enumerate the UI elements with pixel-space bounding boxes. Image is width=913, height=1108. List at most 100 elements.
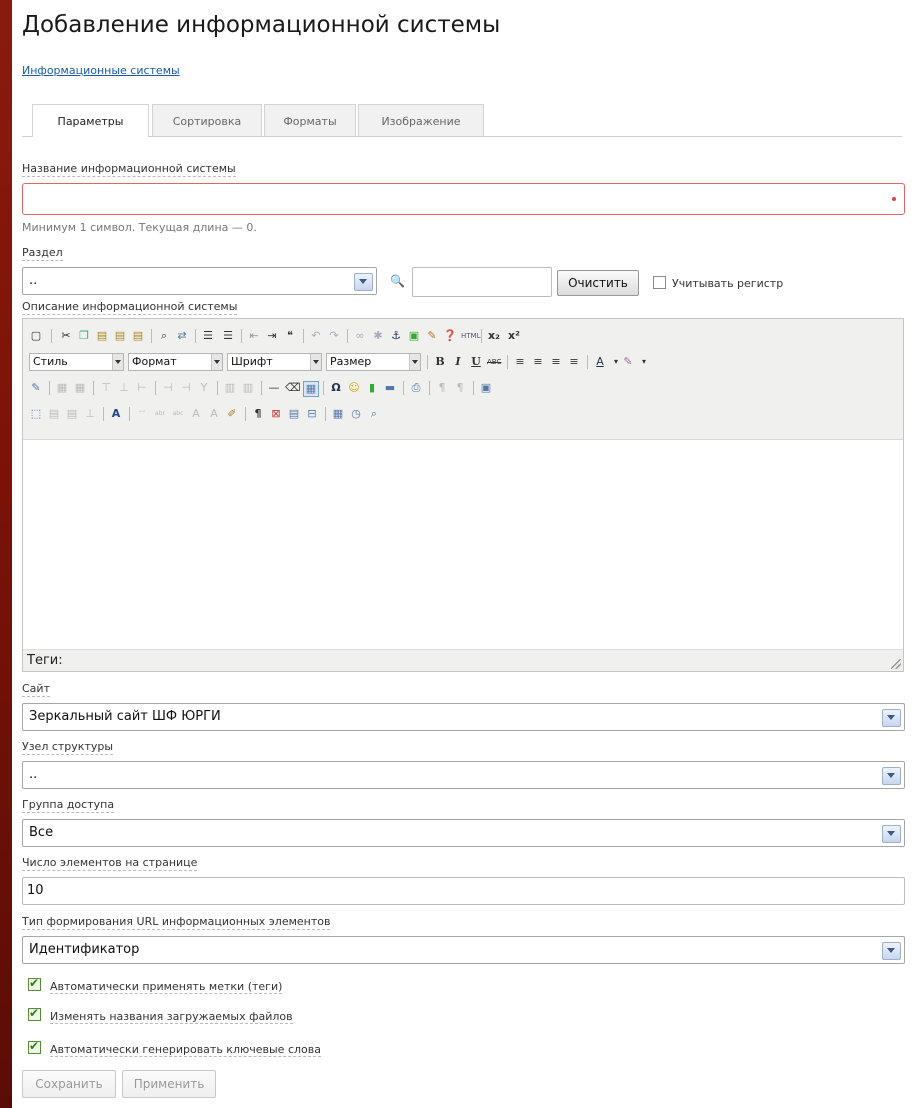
new-document-icon[interactable]: ▢ xyxy=(29,329,43,343)
cleanup-icon[interactable]: ✎ xyxy=(425,329,439,343)
split-cells-icon[interactable]: ▥ xyxy=(223,381,237,395)
numbered-list-icon[interactable]: ☰ xyxy=(221,329,235,343)
insert-layer-icon[interactable]: ⬚ xyxy=(29,407,43,421)
move-backward-icon[interactable]: ▤ xyxy=(65,407,79,421)
undo-icon[interactable]: ↶ xyxy=(309,329,323,343)
section-search-input[interactable] xyxy=(412,267,552,297)
special-char-icon[interactable]: Ω xyxy=(329,381,343,395)
edit-css-icon[interactable]: ✎ xyxy=(29,381,43,395)
abbr-icon[interactable]: abr xyxy=(153,407,167,421)
apply-button[interactable]: Применить xyxy=(122,1070,216,1098)
redo-icon[interactable]: ↷ xyxy=(327,329,341,343)
link-icon[interactable]: ∞ xyxy=(353,329,367,343)
rich-text-editor[interactable]: ▢ ✂ ❐ ▤ ▤ ▤ ⌕ ⇄ ☰ ☰ ⇤ ⇥ ❝ ↶ ↷ ∞ ✱ ⚓ ▣ ✎ … xyxy=(22,318,904,672)
insert-text-icon[interactable]: A xyxy=(207,407,221,421)
style-select[interactable]: Стиль xyxy=(29,353,124,371)
align-center-icon[interactable]: ≡ xyxy=(531,355,545,369)
align-left-icon[interactable]: ≡ xyxy=(513,355,527,369)
name-input[interactable] xyxy=(22,183,905,215)
resize-grip-icon[interactable] xyxy=(891,659,901,669)
emoticon-icon[interactable]: ☺ xyxy=(347,381,361,395)
text-color-icon[interactable]: A xyxy=(593,355,607,369)
rtl-icon[interactable]: ¶ xyxy=(453,381,467,395)
align-justify-icon[interactable]: ≡ xyxy=(567,355,581,369)
bullet-list-icon[interactable]: ☰ xyxy=(201,329,215,343)
acronym-icon[interactable]: abc xyxy=(171,407,185,421)
items-per-page-input[interactable]: 10 xyxy=(22,877,905,905)
italic-icon[interactable]: I xyxy=(451,355,465,369)
font-select[interactable]: Шрифт xyxy=(227,353,322,371)
outdent-icon[interactable]: ⇤ xyxy=(247,329,261,343)
delete-column-icon[interactable]: Y xyxy=(197,381,211,395)
rename-files-checkbox[interactable] xyxy=(28,1006,41,1021)
tab-sorting[interactable]: Сортировка xyxy=(152,104,262,136)
section-select[interactable]: .. xyxy=(22,267,377,295)
replace-icon[interactable]: ⇄ xyxy=(175,329,189,343)
bold-icon[interactable]: B xyxy=(433,355,447,369)
copy-icon[interactable]: ❐ xyxy=(77,329,91,343)
image-icon[interactable]: ▣ xyxy=(407,329,421,343)
page-break-icon[interactable]: ⊟ xyxy=(305,407,319,421)
tab-image[interactable]: Изображение xyxy=(358,104,484,136)
insert-column-after-icon[interactable]: ⊣ xyxy=(179,381,193,395)
chevron-down-icon[interactable]: ▾ xyxy=(637,355,651,369)
tab-formats[interactable]: Форматы xyxy=(264,104,356,136)
horizontal-rule-icon[interactable]: — xyxy=(267,381,281,395)
format-select[interactable]: Формат xyxy=(128,353,223,371)
paste-word-icon[interactable]: ▤ xyxy=(131,329,145,343)
url-type-select[interactable]: Идентификатор xyxy=(22,936,905,964)
insert-column-before-icon[interactable]: ⊣ xyxy=(161,381,175,395)
media-icon[interactable]: ▮ xyxy=(365,381,379,395)
align-right-icon[interactable]: ≡ xyxy=(549,355,563,369)
table-icon[interactable]: ▦ xyxy=(303,381,319,397)
size-select[interactable]: Размер xyxy=(326,353,421,371)
auto-tags-checkbox[interactable] xyxy=(28,976,41,991)
html-source-icon[interactable]: HTML xyxy=(461,329,480,343)
site-select[interactable]: Зеркальный сайт ШФ ЮРГИ xyxy=(22,703,905,731)
cite-icon[interactable]: “” xyxy=(135,407,149,421)
blockquote-icon[interactable]: ❝ xyxy=(283,329,297,343)
cut-icon[interactable]: ✂ xyxy=(59,329,73,343)
tab-parameters[interactable]: Параметры xyxy=(32,104,149,137)
ltr-icon[interactable]: ¶ xyxy=(435,381,449,395)
delete-row-icon[interactable]: ⊢ xyxy=(135,381,149,395)
paste-text-icon[interactable]: ▤ xyxy=(113,329,127,343)
fullscreen-icon[interactable]: ▣ xyxy=(479,381,493,395)
insert-row-before-icon[interactable]: ⊤ xyxy=(99,381,113,395)
subscript-icon[interactable]: x₂ xyxy=(487,329,501,343)
underline-icon[interactable]: U xyxy=(469,355,483,369)
absolute-position-icon[interactable]: ⊥ xyxy=(83,407,97,421)
insert-date-icon[interactable]: ▦ xyxy=(331,407,345,421)
table-cell-props-icon[interactable]: ▦ xyxy=(73,381,87,395)
highlight-color-icon[interactable]: ✎ xyxy=(621,355,635,369)
indent-icon[interactable]: ⇥ xyxy=(265,329,279,343)
clear-button[interactable]: Очистить xyxy=(557,270,639,296)
paste-icon[interactable]: ▤ xyxy=(95,329,109,343)
unlink-icon[interactable]: ✱ xyxy=(371,329,385,343)
template-icon[interactable]: ▤ xyxy=(287,407,301,421)
merge-cells-icon[interactable]: ▥ xyxy=(241,381,255,395)
print-icon[interactable]: ⎙ xyxy=(409,381,423,395)
breadcrumb-link[interactable]: Информационные системы xyxy=(22,64,180,77)
move-forward-icon[interactable]: ▤ xyxy=(47,407,61,421)
strikethrough-icon[interactable]: ABC xyxy=(487,355,501,369)
preview-icon[interactable]: ⌕ xyxy=(367,407,381,421)
insert-time-icon[interactable]: ◷ xyxy=(349,407,363,421)
remove-format-icon[interactable]: ⌫ xyxy=(285,381,301,395)
access-group-select[interactable]: Все xyxy=(22,819,905,847)
table-row-props-icon[interactable]: ▦ xyxy=(55,381,69,395)
case-sensitive-checkbox[interactable] xyxy=(653,276,666,289)
anchor-icon[interactable]: ⚓ xyxy=(389,329,403,343)
help-icon[interactable]: ❓ xyxy=(443,329,457,343)
superscript-icon[interactable]: x² xyxy=(507,329,521,343)
find-icon[interactable]: ⌕ xyxy=(157,329,171,343)
structure-node-select[interactable]: .. xyxy=(22,761,905,789)
attributes-icon[interactable]: ✐ xyxy=(225,407,239,421)
save-button[interactable]: Сохранить xyxy=(22,1070,116,1098)
insert-row-after-icon[interactable]: ⊥ xyxy=(117,381,131,395)
show-blocks-icon[interactable]: ¶ xyxy=(251,407,265,421)
delete-text-icon[interactable]: A xyxy=(189,407,203,421)
auto-keywords-checkbox[interactable] xyxy=(28,1039,41,1054)
non-breaking-icon[interactable]: ⊠ xyxy=(269,407,283,421)
advanced-hr-icon[interactable]: ▬ xyxy=(383,381,397,395)
